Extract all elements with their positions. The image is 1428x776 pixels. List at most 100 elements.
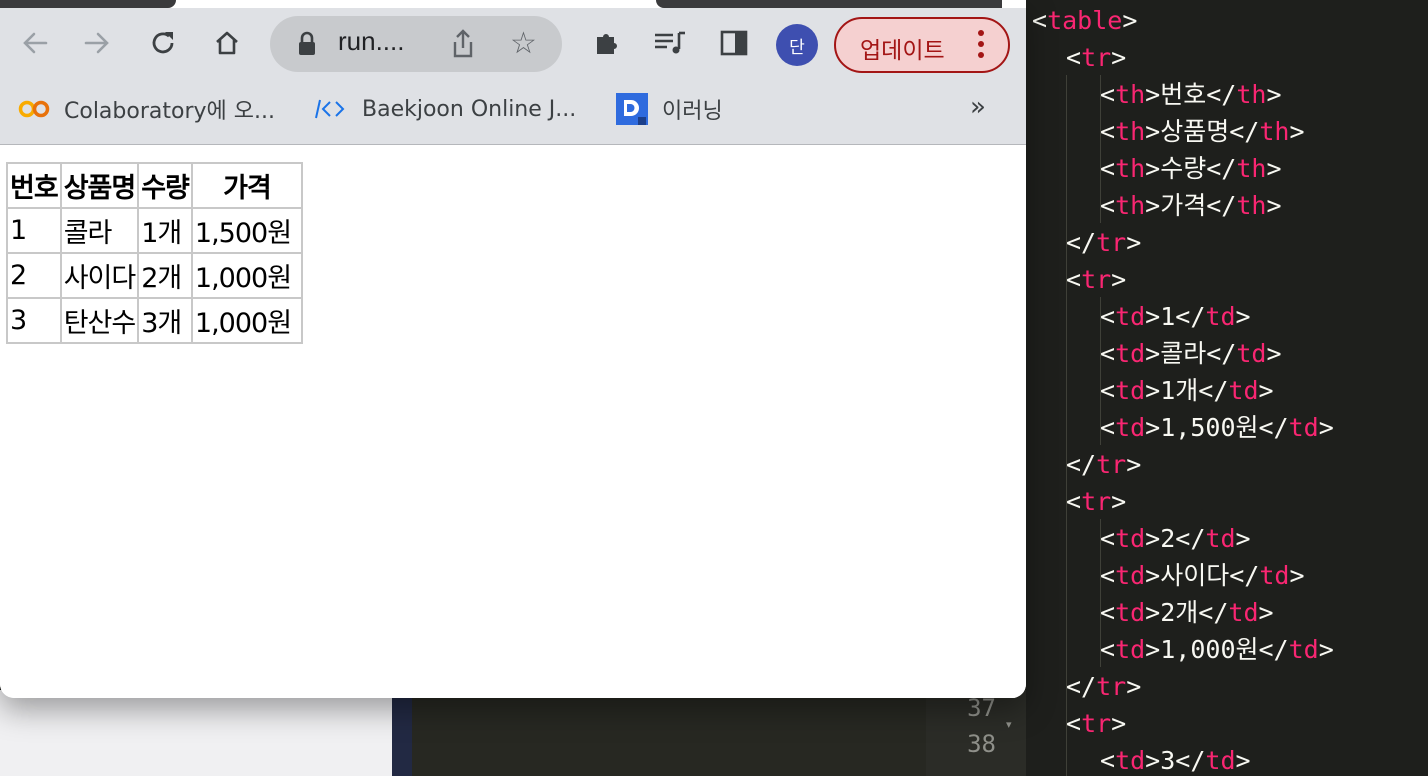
code-punct: >: [1126, 228, 1142, 257]
code-punct: >: [1318, 413, 1334, 442]
code-line[interactable]: <td>1개</td>: [1100, 372, 1274, 409]
code-punct: >: [1126, 450, 1142, 479]
code-tag: td: [1115, 746, 1146, 775]
code-line[interactable]: <tr>: [1066, 705, 1126, 742]
code-tag: th: [1115, 191, 1146, 220]
code-tag: td: [1115, 302, 1146, 331]
table-header-cell: 상품명: [60, 163, 139, 208]
editor-pane-background: [412, 690, 926, 776]
code-punct: >: [1111, 709, 1127, 738]
side-panel-button[interactable]: [718, 28, 750, 58]
code-tag: tr: [1081, 43, 1112, 72]
code-punct: >: [1266, 339, 1282, 368]
code-tag: td: [1115, 524, 1146, 553]
code-line[interactable]: <th>수량</th>: [1100, 150, 1282, 187]
code-line[interactable]: <table>: [1032, 2, 1137, 39]
code-punct: >: [1266, 154, 1282, 183]
code-punct: >: [1145, 561, 1161, 590]
profile-avatar[interactable]: 단: [776, 24, 818, 66]
code-punct: </: [1175, 302, 1206, 331]
code-line[interactable]: <th>번호</th>: [1100, 76, 1282, 113]
back-button[interactable]: [18, 28, 52, 58]
code-line[interactable]: <th>가격</th>: [1100, 187, 1282, 224]
table-header-row: 번호 상품명 수량 가격: [7, 163, 302, 208]
code-line[interactable]: <td>콜라</td>: [1100, 335, 1282, 372]
editor-minimap-strip: [392, 690, 412, 776]
bookmarks-overflow-button[interactable]: »: [970, 92, 986, 122]
code-punct: <: [1100, 80, 1116, 109]
code-punct: >: [1258, 598, 1274, 627]
bookmark-elearning[interactable]: 이러닝: [616, 93, 723, 125]
code-line[interactable]: </tr>: [1066, 446, 1141, 483]
code-punct: >: [1235, 524, 1251, 553]
code-tag: td: [1115, 339, 1146, 368]
code-tag: th: [1236, 80, 1267, 109]
code-line[interactable]: <td>사이다</td>: [1100, 557, 1305, 594]
home-button[interactable]: [210, 28, 244, 58]
media-button[interactable]: [652, 28, 688, 58]
table-cell: 3: [7, 298, 61, 343]
puzzle-icon: [597, 34, 617, 54]
update-label: 업데이트: [860, 38, 945, 64]
table-header-cell: 가격: [191, 163, 302, 208]
code-punct: >: [1145, 80, 1161, 109]
code-punct: <: [1100, 524, 1116, 553]
bookmark-colaboratory[interactable]: Colaboratory에 오...: [18, 94, 275, 124]
tab-strip[interactable]: [656, 0, 1002, 8]
star-icon[interactable]: ☆: [510, 26, 537, 62]
reload-button[interactable]: [146, 28, 180, 58]
lock-icon[interactable]: [296, 28, 318, 60]
code-punct: </: [1066, 450, 1097, 479]
code-line[interactable]: </tr>: [1066, 224, 1141, 261]
editor-gutter: 37 38: [926, 690, 1026, 776]
code-line[interactable]: <tr>: [1066, 39, 1126, 76]
code-line[interactable]: <td>3</td>: [1100, 742, 1251, 776]
code-line[interactable]: <td>1,000원</td>: [1100, 631, 1334, 668]
code-text: 1: [1160, 302, 1176, 331]
code-punct: <: [1066, 265, 1082, 294]
code-punct: </: [1206, 80, 1237, 109]
code-tag: td: [1205, 746, 1236, 775]
arrow-left-icon: [23, 32, 48, 54]
code-line[interactable]: <td>2</td>: [1100, 520, 1251, 557]
update-button[interactable]: 업데이트: [834, 17, 1010, 73]
code-tag: th: [1236, 154, 1267, 183]
fold-arrow-icon[interactable]: ▾: [1006, 718, 1012, 731]
code-tag: td: [1115, 413, 1146, 442]
code-line[interactable]: <th>상품명</th>: [1100, 113, 1305, 150]
code-punct: >: [1145, 598, 1161, 627]
code-tag: td: [1205, 302, 1236, 331]
bookmark-baekjoon[interactable]: Baekjoon Online J...: [314, 94, 576, 124]
code-text: 1,500원: [1160, 413, 1259, 442]
extensions-button[interactable]: [590, 28, 624, 58]
forward-button[interactable]: [80, 28, 114, 58]
code-punct: </: [1175, 524, 1206, 553]
code-text: 가격: [1160, 191, 1207, 220]
code-line[interactable]: <td>1</td>: [1100, 298, 1251, 335]
page-content: 번호 상품명 수량 가격 1 콜라 1개 1,500원 2 사이다 2개 1,0: [0, 146, 1026, 698]
bookmark-label: Colaboratory에 오...: [64, 99, 275, 124]
code-line[interactable]: </tr>: [1066, 668, 1141, 705]
code-tag: td: [1205, 524, 1236, 553]
code-editor[interactable]: <table> <tr> <th>번호</th> <th>상품명</th> <th>수량…: [1026, 0, 1428, 776]
code-punct: <: [1100, 302, 1116, 331]
code-line[interactable]: <tr>: [1066, 261, 1126, 298]
table-cell: 1,500원: [191, 208, 302, 253]
code-punct: >: [1126, 672, 1142, 701]
side-panel-icon: [720, 30, 748, 56]
bookmark-label: 이러닝: [662, 99, 723, 124]
code-line[interactable]: <td>1,500원</td>: [1100, 409, 1334, 446]
tab-strip[interactable]: [0, 0, 176, 8]
table-row: 3 탄산수 3개 1,000원: [7, 298, 302, 343]
browser-window: run.... ☆ 단 업데이트 Colaboratory에 오... Baek…: [0, 0, 1026, 698]
code-punct: </: [1258, 413, 1289, 442]
table-cell: 콜라: [60, 208, 139, 253]
code-punct: >: [1266, 191, 1282, 220]
share-icon[interactable]: [450, 28, 476, 60]
url-text[interactable]: run....: [338, 26, 404, 57]
code-punct: </: [1198, 598, 1229, 627]
code-line[interactable]: <tr>: [1066, 483, 1126, 520]
code-line[interactable]: <td>2개</td>: [1100, 594, 1274, 631]
code-punct: <: [1066, 43, 1082, 72]
table-cell: 3개: [138, 298, 192, 343]
